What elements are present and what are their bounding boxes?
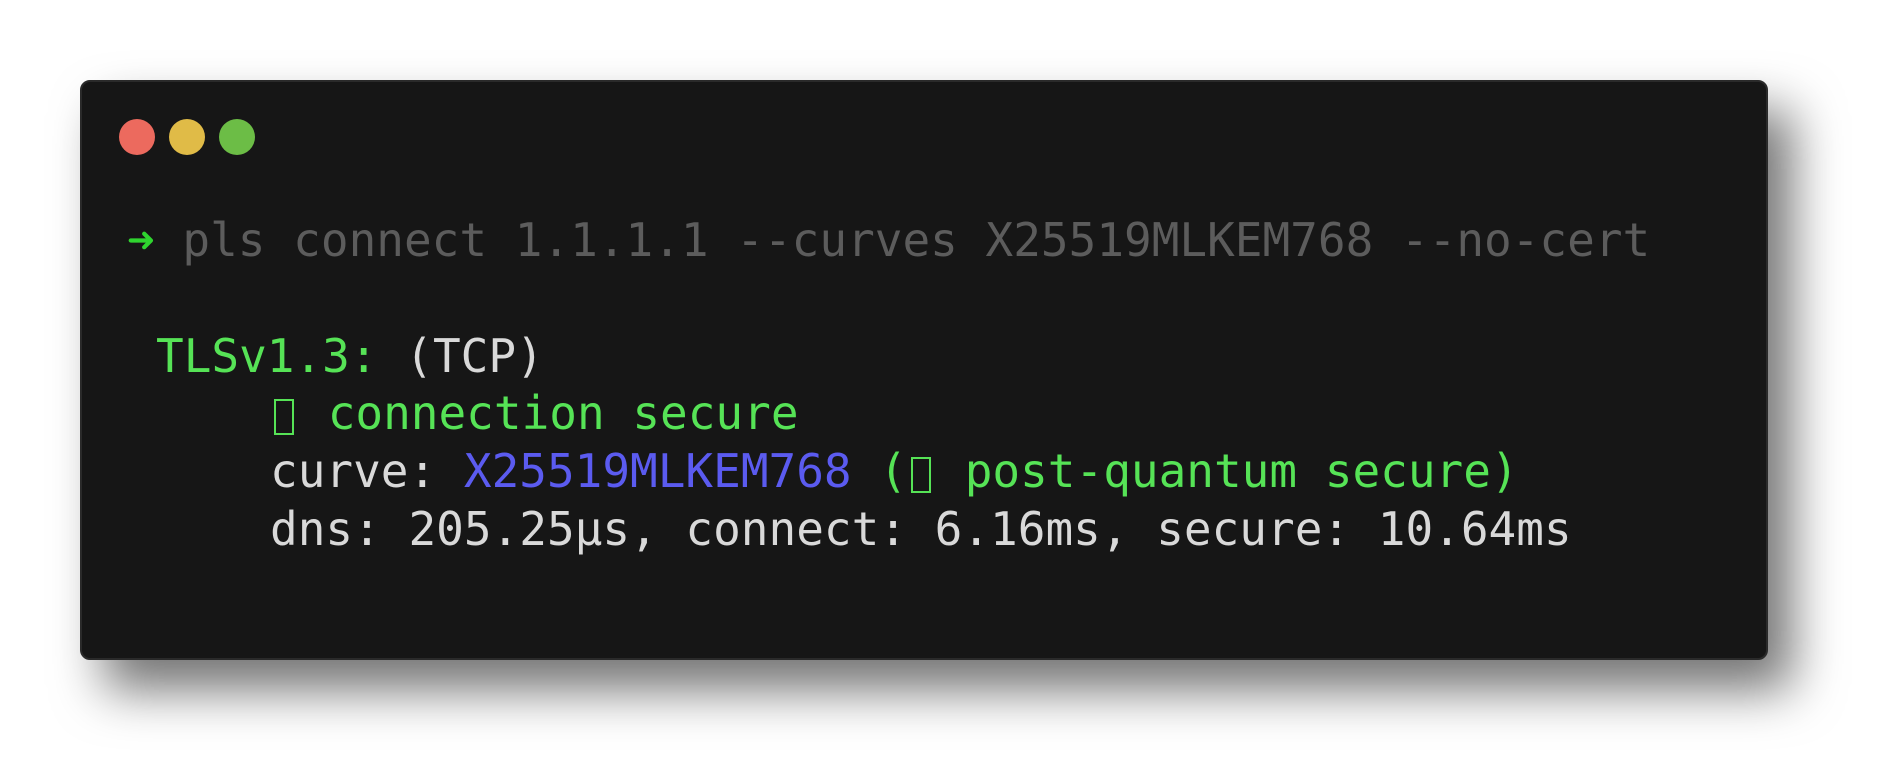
terminal-window: ➜ pls connect 1.1.1.1 --curves X25519MLK… — [80, 80, 1768, 660]
connection-status-line: connection secure — [270, 384, 799, 442]
command-text: pls connect 1.1.1.1 --curves X25519MLKEM… — [182, 213, 1651, 267]
connection-status-text: connection secure — [327, 386, 799, 440]
close-button[interactable] — [119, 119, 155, 155]
timing-line: dns: 205.25µs, connect: 6.16ms, secure: … — [270, 502, 1572, 556]
window-controls — [119, 119, 255, 155]
transport-label: (TCP) — [405, 329, 544, 383]
pq-status-text: post-quantum secure) — [964, 444, 1519, 498]
maximize-button[interactable] — [219, 119, 255, 155]
curve-value: X25519MLKEM768 — [463, 444, 852, 498]
check-box-icon — [274, 399, 294, 435]
curve-line: curve: X25519MLKEM768 ( post-quantum sec… — [270, 442, 1519, 500]
prompt-arrow-icon: ➜ — [127, 213, 155, 267]
minimize-button[interactable] — [169, 119, 205, 155]
tls-line: TLSv1.3: (TCP) — [156, 327, 544, 385]
command-line: ➜ pls connect 1.1.1.1 --curves X25519MLK… — [127, 211, 1650, 269]
protocol-label: TLSv1.3: — [156, 329, 378, 383]
pq-open-paren: ( — [879, 444, 908, 498]
check-box-icon — [911, 457, 932, 493]
curve-label: curve: — [270, 444, 437, 498]
